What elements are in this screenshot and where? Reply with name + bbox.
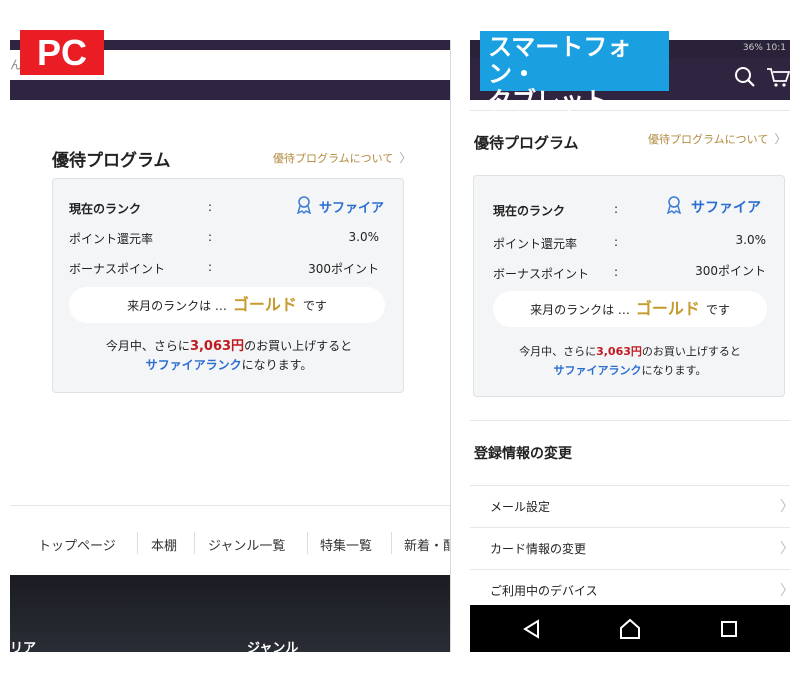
page-title: 優待プログラム	[52, 151, 171, 171]
bonus-points-value: 300ポイント	[308, 262, 379, 276]
about-link-label: 優待プログラムについて	[273, 152, 394, 165]
remaining-amount: 3,063円	[189, 339, 245, 354]
search-icon[interactable]	[734, 66, 756, 88]
sapphire-medal-icon	[296, 196, 312, 214]
next-rank-prefix: 来月のランクは …	[127, 299, 227, 313]
colon: :	[614, 235, 619, 249]
menu-item-label: ご利用中のデバイス	[490, 584, 598, 598]
colon: :	[208, 260, 213, 274]
smartphone-screenshot: 36% 10:1 e 優待プログラム 優待プログラムについて〉 現在のランク :…	[470, 40, 790, 652]
msg-post: になります。	[641, 364, 707, 377]
next-rank-suffix: です	[705, 303, 730, 317]
back-icon[interactable]	[522, 619, 542, 639]
next-rank-prefix: 来月のランクは …	[530, 303, 630, 317]
msg-mid: のお買い上げすると	[641, 345, 741, 358]
point-rate-label: ポイント還元率	[69, 232, 154, 246]
chevron-right-icon: 〉	[774, 132, 787, 146]
android-navigation-bar	[470, 605, 790, 652]
current-rank-value: サファイア	[319, 201, 385, 216]
cart-icon[interactable]	[766, 66, 790, 88]
nav-divider	[194, 532, 195, 554]
colon: :	[614, 265, 619, 279]
pc-label-badge: PC	[20, 30, 104, 75]
rank-up-message: 今月中、さらに3,063円のお買い上げすると サファイアランクになります。	[53, 337, 405, 375]
nav-divider	[137, 532, 138, 554]
smartphone-label-badge: スマートフォン・ タブレット	[480, 31, 669, 115]
chevron-right-icon: 〉	[399, 151, 412, 165]
msg-pre: 今月中、さらに	[519, 345, 597, 358]
about-program-link[interactable]: 優待プログラムについて〉	[648, 130, 786, 147]
next-rank-suffix: です	[302, 299, 327, 313]
rank-up-message: 今月中、さらに3,063円のお買い上げすると サファイアランクになります。	[474, 342, 786, 380]
footer-genre-heading: ジャンル	[247, 641, 299, 652]
nav-new-arrivals[interactable]: 新着・配	[404, 535, 450, 554]
bonus-points-label: ボーナスポイント	[493, 267, 590, 281]
next-rank-value: ゴールド	[635, 299, 700, 318]
recent-apps-icon[interactable]	[720, 620, 738, 638]
chevron-right-icon: 〉	[780, 528, 790, 570]
next-month-rank-pill: 来月のランクは … ゴールド です	[493, 291, 767, 327]
nav-top-page[interactable]: トップページ	[38, 535, 116, 554]
menu-item-label: メール設定	[490, 500, 551, 514]
point-rate-label: ポイント還元率	[493, 237, 578, 251]
current-rank-label: 現在のランク	[493, 204, 566, 218]
footer: リア ジャンル	[10, 575, 450, 652]
current-rank-label: 現在のランク	[69, 202, 142, 216]
menu-item-label: カード情報の変更	[490, 542, 587, 556]
sp-label-line1: スマートフォン・	[488, 33, 632, 88]
pc-screenshot: ん すか 優待プログラム 優待プログラムについて〉 現在のランク : サファイア…	[10, 40, 451, 652]
next-rank-value: ゴールド	[232, 295, 297, 314]
bonus-points-label: ボーナスポイント	[69, 262, 166, 276]
nav-divider	[391, 532, 392, 554]
remaining-amount: 3,063円	[596, 345, 642, 358]
colon: :	[208, 230, 213, 244]
about-program-link[interactable]: 優待プログラムについて〉	[273, 149, 411, 166]
sapphire-medal-icon	[666, 196, 682, 214]
msg-mid: のお買い上げすると	[244, 339, 353, 353]
divider	[470, 420, 790, 421]
colon: :	[614, 202, 619, 216]
rank-box: 現在のランク : サファイア ポイント還元率 : 3.0% ボーナスポイント :…	[52, 178, 404, 393]
sp-label-line2: タブレット	[488, 87, 608, 115]
footer-area-heading: リア	[10, 641, 37, 652]
nav-genre-list[interactable]: ジャンル一覧	[208, 535, 285, 554]
page-title: 優待プログラム	[474, 134, 579, 152]
menu-item-card-info[interactable]: カード情報の変更 〉	[470, 527, 790, 569]
target-rank-link[interactable]: サファイアランク	[146, 358, 242, 372]
rank-box: 現在のランク : サファイア ポイント還元率 : 3.0% ボーナスポイント :…	[473, 175, 785, 397]
footer-nav: トップページ 本棚 ジャンル一覧 特集一覧 新着・配	[10, 505, 450, 575]
status-text: 36% 10:1	[742, 43, 786, 53]
nav-divider	[307, 532, 308, 554]
about-link-label: 優待プログラムについて	[648, 133, 769, 146]
msg-post: になります。	[241, 358, 313, 372]
home-icon[interactable]	[619, 618, 641, 640]
point-rate-value: 3.0%	[735, 233, 767, 247]
nav-bookshelf[interactable]: 本棚	[151, 535, 177, 554]
next-month-rank-pill: 来月のランクは … ゴールド です	[69, 287, 385, 323]
bonus-points-value: 300ポイント	[695, 264, 766, 278]
msg-pre: 今月中、さらに	[105, 339, 190, 353]
chevron-right-icon: 〉	[780, 486, 790, 528]
point-rate-value: 3.0%	[348, 230, 380, 244]
nav-feature-list[interactable]: 特集一覧	[320, 535, 372, 554]
colon: :	[208, 200, 213, 214]
current-rank-value: サファイア	[691, 200, 761, 216]
target-rank-link[interactable]: サファイアランク	[554, 364, 642, 377]
menu-item-mail-settings[interactable]: メール設定 〉	[470, 485, 790, 527]
account-section-title: 登録情報の変更	[474, 446, 572, 462]
